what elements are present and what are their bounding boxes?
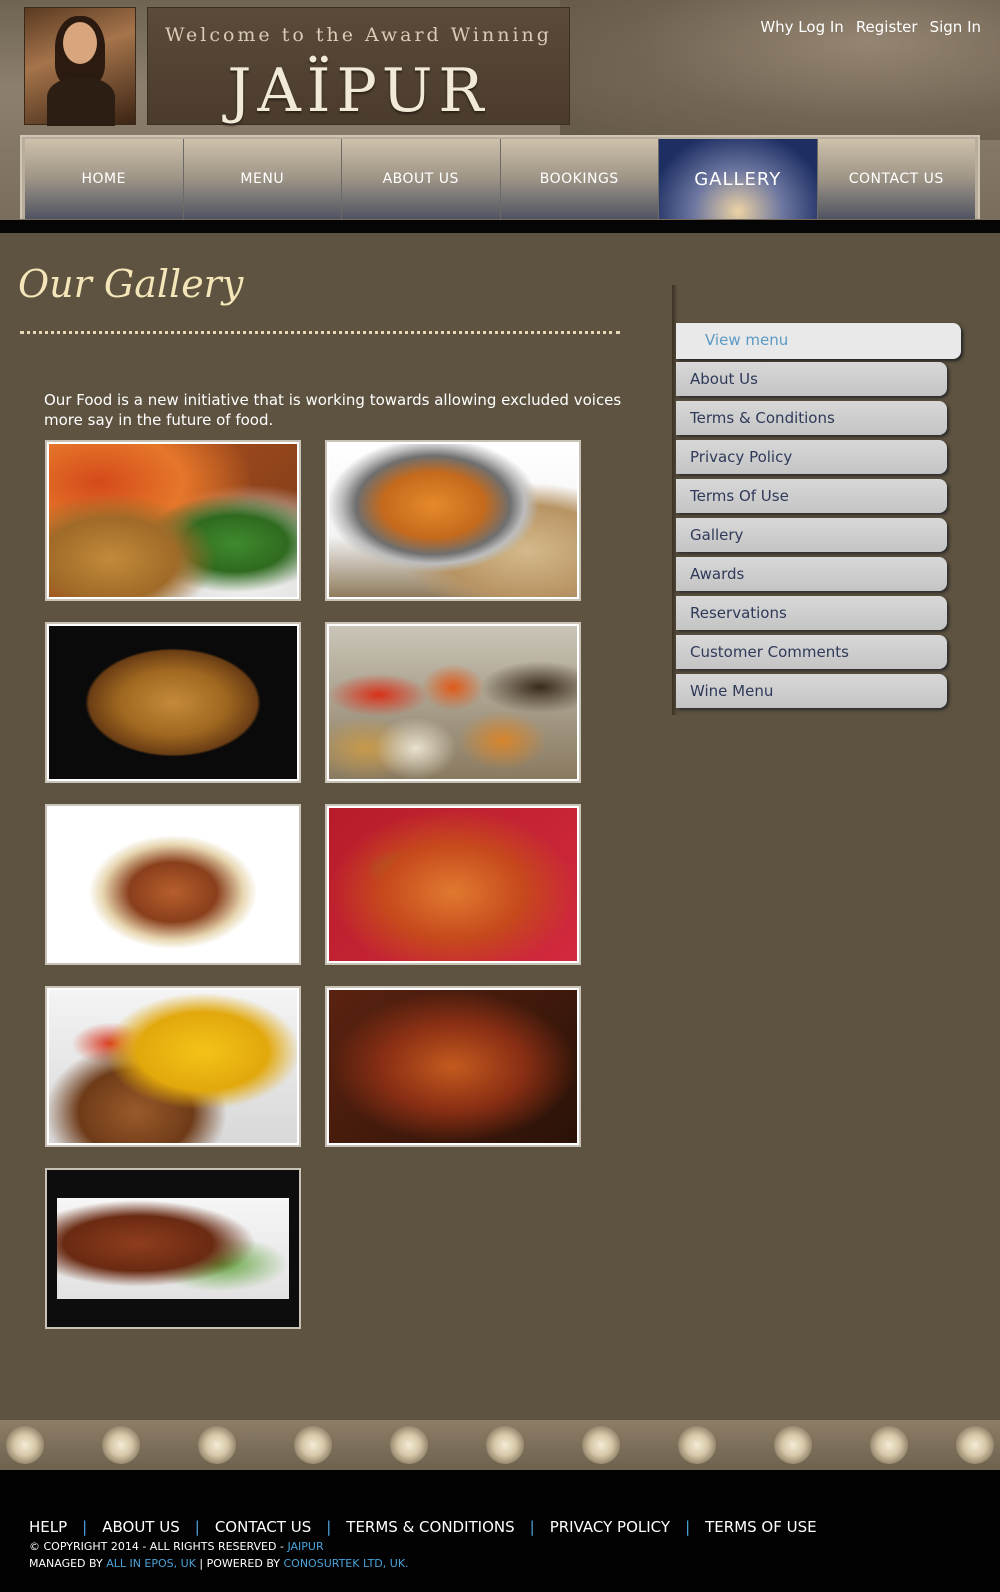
credits-line: MANAGED BY ALL IN EPOS, UK | POWERED BY … <box>29 1557 409 1570</box>
nav-about-us[interactable]: ABOUT US <box>342 139 501 219</box>
gallery-image-spiced-fish[interactable] <box>325 986 581 1147</box>
site-footer: HELP | ABOUT US | CONTACT US | TERMS & C… <box>0 1470 1000 1592</box>
footer-separator: | <box>326 1518 332 1536</box>
copyright-line: © COPYRIGHT 2014 - ALL RIGHTS RESERVED -… <box>29 1540 324 1553</box>
sidebar-item-gallery[interactable]: Gallery <box>676 518 947 552</box>
gallery-image-tandoori-basket[interactable] <box>45 440 301 601</box>
flower-ornament <box>390 1426 428 1464</box>
sidebar-item-customer-comments[interactable]: Customer Comments <box>676 635 947 669</box>
main-navigation: HOME MENU ABOUT US BOOKINGS GALLERY CONT… <box>20 135 980 219</box>
nav-divider <box>0 220 1000 233</box>
nav-home[interactable]: HOME <box>25 139 184 219</box>
gallery-image-kebab-platter[interactable] <box>45 804 301 965</box>
footer-link-terms-conditions[interactable]: TERMS & CONDITIONS <box>346 1518 514 1536</box>
footer-links: HELP | ABOUT US | CONTACT US | TERMS & C… <box>29 1518 817 1536</box>
gallery-image-spice-market[interactable] <box>325 622 581 783</box>
powered-by-link[interactable]: CONOSURTEK LTD, UK. <box>283 1557 408 1570</box>
gallery-intro: Our Food is a new initiative that is wor… <box>44 391 622 429</box>
gallery-image-vegetable-curry[interactable] <box>325 440 581 601</box>
copyright-brand-link[interactable]: JAIPUR <box>287 1540 323 1553</box>
nav-bookings[interactable]: BOOKINGS <box>500 139 659 219</box>
gallery-image-rice-curry[interactable] <box>45 986 301 1147</box>
flower-ornament <box>956 1426 994 1464</box>
flower-ornament <box>678 1426 716 1464</box>
flower-ornament <box>102 1426 140 1464</box>
register-link[interactable]: Register <box>856 18 918 36</box>
nav-gallery[interactable]: GALLERY <box>659 139 818 219</box>
footer-link-help[interactable]: HELP <box>29 1518 67 1536</box>
sidebar-item-privacy-policy[interactable]: Privacy Policy <box>676 440 947 474</box>
sidebar-item-wine-menu[interactable]: Wine Menu <box>676 674 947 708</box>
footer-separator: | <box>685 1518 691 1536</box>
sidebar-item-awards[interactable]: Awards <box>676 557 947 591</box>
flower-ornament <box>582 1426 620 1464</box>
page-title: Our Gallery <box>18 262 244 306</box>
ornament-border <box>0 1420 1000 1470</box>
banner-subtitle: Welcome to the Award Winning <box>165 24 552 46</box>
view-menu-header[interactable]: View menu <box>676 323 961 359</box>
footer-link-privacy-policy[interactable]: PRIVACY POLICY <box>550 1518 670 1536</box>
gallery-image-lamb-chops[interactable] <box>45 1168 301 1329</box>
flower-ornament <box>486 1426 524 1464</box>
title-divider <box>20 331 620 334</box>
flower-ornament <box>294 1426 332 1464</box>
flower-ornament <box>774 1426 812 1464</box>
powered-by-label: POWERED BY <box>206 1557 280 1570</box>
footer-separator: | <box>194 1518 200 1536</box>
nav-contact-us[interactable]: CONTACT US <box>817 139 975 219</box>
managed-by-label: MANAGED BY <box>29 1557 103 1570</box>
sidebar-item-reservations[interactable]: Reservations <box>676 596 947 630</box>
footer-link-about-us[interactable]: ABOUT US <box>102 1518 180 1536</box>
why-login-link[interactable]: Why Log In <box>760 18 843 36</box>
flower-ornament <box>198 1426 236 1464</box>
flower-ornament <box>870 1426 908 1464</box>
managed-by-link[interactable]: ALL IN EPOS, UK <box>106 1557 196 1570</box>
sign-in-link[interactable]: Sign In <box>930 18 981 36</box>
greeting-woman-image <box>24 7 136 126</box>
flower-ornament <box>6 1426 44 1464</box>
credits-separator: | <box>199 1557 204 1570</box>
footer-separator: | <box>82 1518 88 1536</box>
footer-separator: | <box>529 1518 535 1536</box>
gallery-image-chicken-curry[interactable] <box>325 804 581 965</box>
banner-title: JAÏPUR <box>227 56 490 126</box>
account-links: Why Log In Register Sign In <box>760 18 981 36</box>
site-logo-banner[interactable]: Welcome to the Award Winning JAÏPUR <box>147 7 570 126</box>
gallery-image-thali-bowls[interactable] <box>45 622 301 783</box>
footer-link-contact-us[interactable]: CONTACT US <box>215 1518 311 1536</box>
sidebar-item-terms-conditions[interactable]: Terms & Conditions <box>676 401 947 435</box>
footer-link-terms-of-use[interactable]: TERMS OF USE <box>705 1518 816 1536</box>
sidebar-item-about-us[interactable]: About Us <box>676 362 947 396</box>
copyright-text: © COPYRIGHT 2014 - ALL RIGHTS RESERVED - <box>29 1540 284 1553</box>
sidebar-item-terms-of-use[interactable]: Terms Of Use <box>676 479 947 513</box>
nav-menu[interactable]: MENU <box>183 139 342 219</box>
